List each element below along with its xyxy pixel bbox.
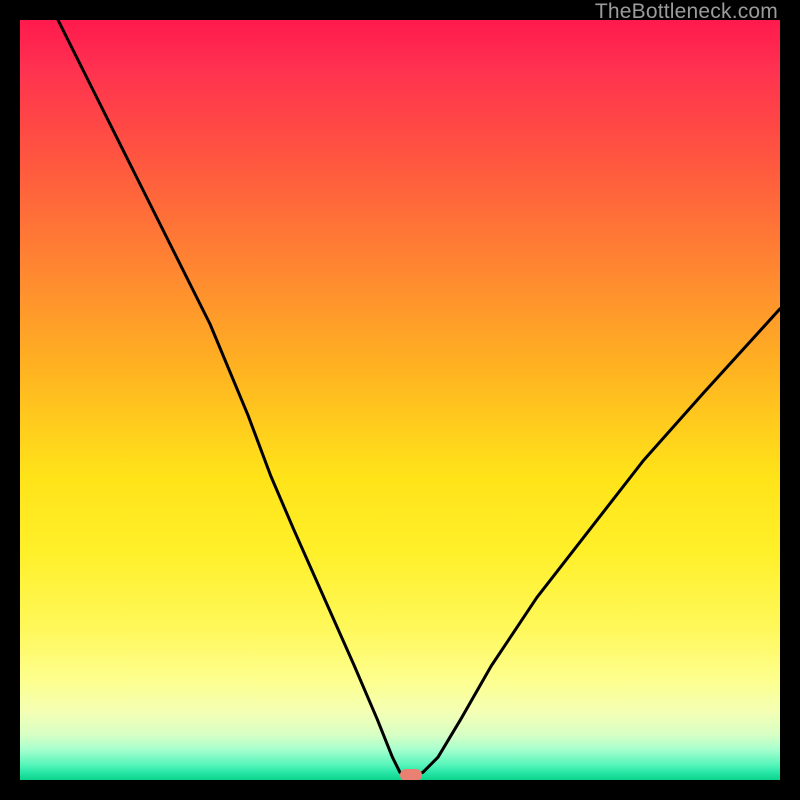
- plot-area: [20, 20, 780, 780]
- watermark-text: TheBottleneck.com: [595, 0, 778, 24]
- chart-frame: TheBottleneck.com: [0, 0, 800, 800]
- optimal-marker: [400, 769, 422, 780]
- bottleneck-curve: [20, 20, 780, 780]
